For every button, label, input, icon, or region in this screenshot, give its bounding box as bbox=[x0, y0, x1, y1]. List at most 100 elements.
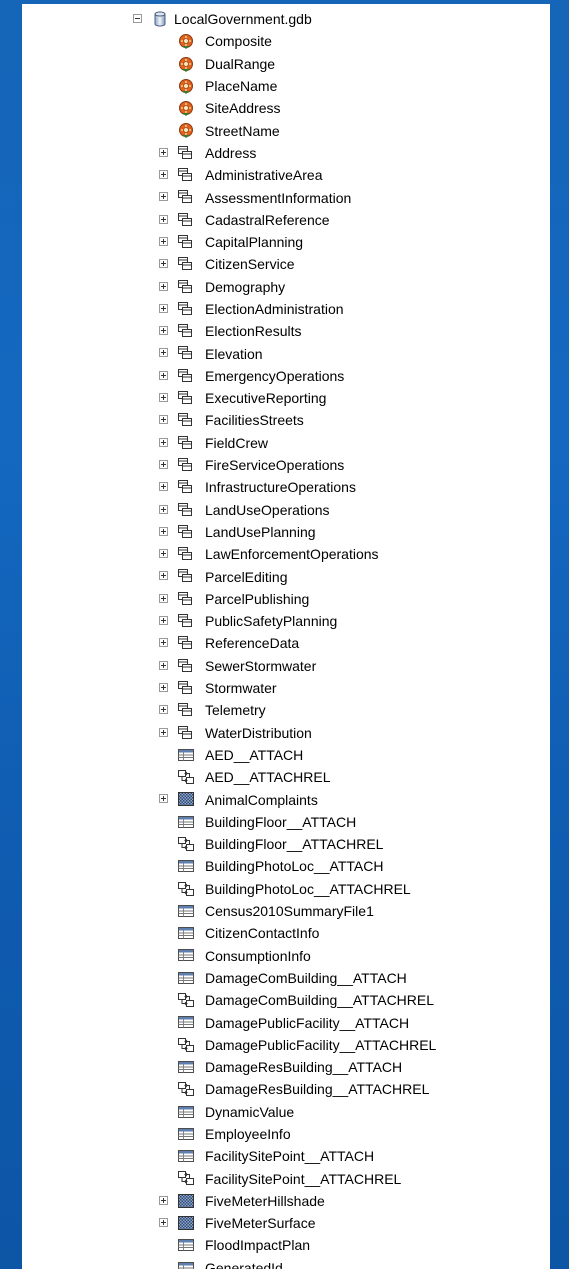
expand-toggle[interactable] bbox=[159, 593, 168, 603]
tree-item[interactable]: AED__ATTACH bbox=[22, 744, 550, 766]
tree-item[interactable]: ExecutiveReporting bbox=[22, 387, 550, 409]
expand-toggle[interactable] bbox=[159, 526, 168, 536]
expand-toggle[interactable] bbox=[159, 393, 168, 403]
tree-item[interactable]: FacilitySitePoint__ATTACHREL bbox=[22, 1167, 550, 1189]
tree-item[interactable]: FloodImpactPlan bbox=[22, 1234, 550, 1256]
tree-item[interactable]: ParcelPublishing bbox=[22, 588, 550, 610]
tree-item[interactable]: GeneratedId bbox=[22, 1257, 550, 1269]
tree-root-row[interactable]: LocalGovernment.gdb bbox=[22, 8, 550, 30]
tree-item[interactable]: AdministrativeArea bbox=[22, 164, 550, 186]
tree-item[interactable]: Address bbox=[22, 142, 550, 164]
tree-item[interactable]: DynamicValue bbox=[22, 1101, 550, 1123]
tree-item[interactable]: DualRange bbox=[22, 53, 550, 75]
expand-toggle[interactable] bbox=[159, 549, 168, 559]
tree-item[interactable]: ElectionResults bbox=[22, 320, 550, 342]
tree-item-label: LawEnforcementOperations bbox=[205, 546, 379, 563]
tree-item[interactable]: BuildingPhotoLoc__ATTACHREL bbox=[22, 878, 550, 900]
tree-item[interactable]: AssessmentInformation bbox=[22, 186, 550, 208]
tree-item[interactable]: Census2010SummaryFile1 bbox=[22, 900, 550, 922]
tree-item[interactable]: EmergencyOperations bbox=[22, 365, 550, 387]
tree-item[interactable]: CadastralReference bbox=[22, 209, 550, 231]
table-icon bbox=[177, 1148, 195, 1164]
collapse-toggle[interactable] bbox=[133, 14, 142, 23]
expand-toggle[interactable] bbox=[159, 170, 168, 180]
tree-item[interactable]: Elevation bbox=[22, 342, 550, 364]
expand-toggle[interactable] bbox=[159, 705, 168, 715]
tree-item[interactable]: BuildingFloor__ATTACH bbox=[22, 811, 550, 833]
tree-item[interactable]: Stormwater bbox=[22, 677, 550, 699]
tree-item[interactable]: WaterDistribution bbox=[22, 722, 550, 744]
expand-toggle[interactable] bbox=[159, 348, 168, 358]
tree-item[interactable]: CapitalPlanning bbox=[22, 231, 550, 253]
expand-toggle[interactable] bbox=[159, 660, 168, 670]
tree-item[interactable]: DamageResBuilding__ATTACH bbox=[22, 1056, 550, 1078]
tree-item[interactable]: FieldCrew bbox=[22, 432, 550, 454]
expand-toggle[interactable] bbox=[159, 147, 168, 157]
tree-item[interactable]: ParcelEditing bbox=[22, 565, 550, 587]
expand-toggle[interactable] bbox=[159, 727, 168, 737]
relationship-icon bbox=[177, 881, 195, 897]
tree-item[interactable]: DamageComBuilding__ATTACHREL bbox=[22, 989, 550, 1011]
tree-item[interactable]: SewerStormwater bbox=[22, 655, 550, 677]
expand-toggle[interactable] bbox=[159, 482, 168, 492]
tree-item[interactable]: DamagePublicFacility__ATTACHREL bbox=[22, 1034, 550, 1056]
expand-toggle[interactable] bbox=[159, 638, 168, 648]
tree-item-label: EmployeeInfo bbox=[205, 1125, 291, 1142]
expand-toggle[interactable] bbox=[159, 214, 168, 224]
tree-item-label: BuildingPhotoLoc__ATTACHREL bbox=[205, 880, 411, 897]
tree-item[interactable]: AnimalComplaints bbox=[22, 788, 550, 810]
tree-item[interactable]: FiveMeterHillshade bbox=[22, 1190, 550, 1212]
tree-item[interactable]: AED__ATTACHREL bbox=[22, 766, 550, 788]
tree-item[interactable]: PublicSafetyPlanning bbox=[22, 610, 550, 632]
expand-toggle[interactable] bbox=[159, 571, 168, 581]
tree-item-label: FiveMeterSurface bbox=[205, 1215, 316, 1232]
tree-item[interactable]: CitizenService bbox=[22, 253, 550, 275]
tree-item[interactable]: CitizenContactInfo bbox=[22, 922, 550, 944]
tree-item[interactable]: FiveMeterSurface bbox=[22, 1212, 550, 1234]
tree-item-label: DamagePublicFacility__ATTACHREL bbox=[205, 1036, 437, 1053]
expand-toggle[interactable] bbox=[159, 459, 168, 469]
tree-item-label: DamageComBuilding__ATTACH bbox=[205, 969, 407, 986]
tree-item[interactable]: DamagePublicFacility__ATTACH bbox=[22, 1011, 550, 1033]
tree-item[interactable]: Composite bbox=[22, 30, 550, 52]
tree-item[interactable]: DamageComBuilding__ATTACH bbox=[22, 967, 550, 989]
expand-toggle[interactable] bbox=[159, 192, 168, 202]
table-icon bbox=[177, 947, 195, 963]
expand-toggle[interactable] bbox=[159, 281, 168, 291]
expand-toggle[interactable] bbox=[159, 259, 168, 269]
tree-item[interactable]: ConsumptionInfo bbox=[22, 944, 550, 966]
tree-item[interactable]: LandUsePlanning bbox=[22, 521, 550, 543]
tree-item[interactable]: EmployeeInfo bbox=[22, 1123, 550, 1145]
tree-item-label: ElectionResults bbox=[205, 323, 302, 340]
tree-item[interactable]: FireServiceOperations bbox=[22, 454, 550, 476]
expand-toggle[interactable] bbox=[159, 326, 168, 336]
tree-item[interactable]: StreetName bbox=[22, 119, 550, 141]
tree-item[interactable]: FacilitiesStreets bbox=[22, 409, 550, 431]
tree-item[interactable]: FacilitySitePoint__ATTACH bbox=[22, 1145, 550, 1167]
expand-toggle[interactable] bbox=[159, 616, 168, 626]
expand-toggle[interactable] bbox=[159, 415, 168, 425]
expand-toggle[interactable] bbox=[159, 236, 168, 246]
expand-toggle[interactable] bbox=[159, 370, 168, 380]
tree-item[interactable]: BuildingFloor__ATTACHREL bbox=[22, 833, 550, 855]
expand-toggle[interactable] bbox=[159, 794, 168, 804]
tree-item[interactable]: InfrastructureOperations bbox=[22, 476, 550, 498]
tree-item[interactable]: ElectionAdministration bbox=[22, 298, 550, 320]
expand-toggle[interactable] bbox=[159, 437, 168, 447]
tree-item[interactable]: Telemetry bbox=[22, 699, 550, 721]
tree-item[interactable]: LawEnforcementOperations bbox=[22, 543, 550, 565]
tree-item[interactable]: LandUseOperations bbox=[22, 499, 550, 521]
expand-toggle[interactable] bbox=[159, 682, 168, 692]
tree-item[interactable]: Demography bbox=[22, 276, 550, 298]
feature-dataset-icon bbox=[177, 368, 195, 384]
tree-item[interactable]: SiteAddress bbox=[22, 97, 550, 119]
tree-item[interactable]: PlaceName bbox=[22, 75, 550, 97]
expand-toggle[interactable] bbox=[159, 504, 168, 514]
expand-toggle[interactable] bbox=[159, 1195, 168, 1205]
tree-item-label: CadastralReference bbox=[205, 211, 330, 228]
expand-toggle[interactable] bbox=[159, 303, 168, 313]
tree-item[interactable]: DamageResBuilding__ATTACHREL bbox=[22, 1078, 550, 1100]
expand-toggle[interactable] bbox=[159, 1218, 168, 1228]
tree-item[interactable]: ReferenceData bbox=[22, 632, 550, 654]
tree-item[interactable]: BuildingPhotoLoc__ATTACH bbox=[22, 855, 550, 877]
